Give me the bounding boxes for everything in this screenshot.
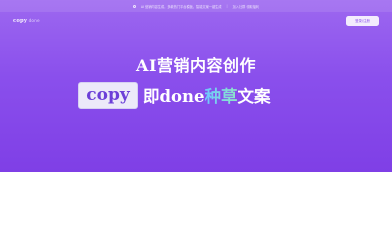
copy-chip: copy	[78, 81, 138, 109]
hero-banner: AI 营销内容生成，多款热门平台模板，智能文案一键生成 | 加入社群 领取福利 …	[0, 0, 392, 172]
notice-link[interactable]: 加入社群 领取福利	[233, 4, 260, 9]
logo[interactable]: copy done	[13, 18, 40, 24]
logo-subtext: done	[28, 18, 40, 23]
login-button[interactable]: 登录/注册	[346, 16, 379, 26]
notice-separator: |	[226, 4, 228, 8]
hero-headline: AI营销内容创作	[136, 56, 256, 75]
logo-text: copy	[13, 18, 28, 24]
page: AI 营销内容生成，多款热门平台模板，智能文案一键生成 | 加入社群 领取福利 …	[0, 0, 392, 245]
hero-tagline: copy 即done种草文案	[78, 81, 271, 109]
tagline-text: 即done种草文案	[143, 83, 271, 107]
tagline-suffix: 文案	[237, 87, 271, 106]
notice-text: AI 营销内容生成，多款热门平台模板，智能文案一键生成	[140, 4, 222, 9]
tagline-prefix: 即done	[143, 87, 205, 106]
notice-bar: AI 营销内容生成，多款热门平台模板，智能文案一键生成 | 加入社群 领取福利	[0, 0, 392, 12]
info-icon	[132, 4, 136, 8]
tagline-highlight: 种草	[204, 87, 238, 106]
top-nav: copy done 登录/注册	[0, 12, 392, 32]
